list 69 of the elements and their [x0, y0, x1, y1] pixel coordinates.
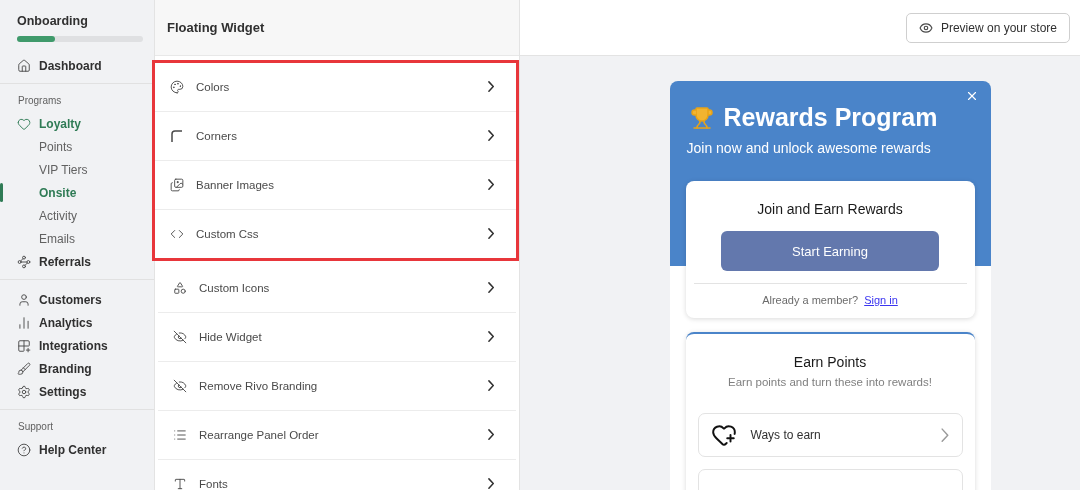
onboarding-title: Onboarding — [16, 14, 89, 28]
settings-row[interactable]: Custom Icons — [158, 264, 516, 313]
letter-icon — [173, 477, 187, 490]
nav-item[interactable]: Analytics — [0, 311, 154, 334]
settings-icon — [17, 384, 31, 399]
nav-item[interactable]: Loyalty — [0, 112, 154, 135]
nav-subitem[interactable]: Onsite — [0, 181, 154, 204]
chevron-icon — [487, 179, 494, 191]
nav-item[interactable]: Referrals — [0, 250, 154, 273]
home-icon — [17, 58, 31, 73]
user-icon — [17, 292, 31, 307]
chevron-icon — [487, 81, 494, 93]
card-subtitle: Earn points and turn these into rewards! — [728, 376, 932, 388]
list-icon — [173, 428, 187, 442]
settings-row[interactable]: Fonts — [158, 460, 516, 490]
corner-icon — [170, 129, 184, 143]
widget-title: Rewards Program — [723, 103, 938, 132]
panel-title: Floating Widget — [167, 20, 265, 35]
bar-chart-icon — [17, 315, 31, 330]
settings-row[interactable]: Rearrange Panel Order — [158, 411, 516, 460]
chevron-icon — [487, 429, 494, 441]
nav-item[interactable]: Customers — [0, 288, 154, 311]
nav-subitem[interactable]: Emails — [0, 227, 154, 250]
settings-row[interactable]: Colors — [155, 63, 516, 112]
palette-icon — [170, 80, 184, 94]
trophy-icon — [689, 105, 714, 130]
brush-icon — [17, 361, 31, 376]
member-text: Already a member? — [762, 294, 859, 306]
chevron-icon — [487, 478, 494, 490]
nodes-icon — [17, 254, 31, 269]
card-title: Earn Points — [793, 354, 867, 370]
nav-item[interactable]: Integrations — [0, 334, 154, 357]
settings-row[interactable]: Banner Images — [155, 161, 516, 210]
code-icon — [170, 227, 184, 241]
chevron-icon — [487, 331, 494, 343]
row-label: Ways to earn — [750, 428, 822, 442]
chevron-icon — [487, 282, 494, 294]
nav-item[interactable]: Settings — [0, 380, 154, 403]
settings-row[interactable]: Hide Widget — [158, 313, 516, 362]
settings-row[interactable]: Remove Rivo Branding — [158, 362, 516, 411]
eye-off-icon — [173, 379, 187, 393]
widget-subtitle: Join now and unlock awesome rewards — [686, 140, 932, 156]
nav-subitem[interactable]: VIP Tiers — [0, 158, 154, 181]
chevron-icon — [487, 130, 494, 142]
nav-item[interactable]: Dashboard — [0, 54, 154, 77]
chevron-icon — [487, 380, 494, 392]
nav-item[interactable]: Branding — [0, 357, 154, 380]
eye-icon — [918, 20, 933, 35]
eye-off-icon — [173, 330, 187, 344]
section-label: Programs — [17, 94, 63, 108]
preview-button[interactable]: Preview on your store — [905, 12, 1070, 43]
chevron-icon — [487, 228, 494, 240]
card-title: Join and Earn Rewards — [757, 201, 903, 217]
nav-item[interactable]: Help Center — [0, 438, 154, 461]
sign-in-link[interactable]: Sign in — [864, 294, 898, 306]
heart-plus-icon — [710, 422, 737, 448]
start-earning-button[interactable]: Start Earning — [721, 231, 939, 271]
shapes-icon — [173, 281, 187, 295]
settings-row[interactable]: Custom Css — [155, 210, 516, 258]
nav-subitem[interactable]: Points — [0, 135, 154, 158]
nav-subitem[interactable]: Activity — [0, 204, 154, 227]
settings-row[interactable]: Corners — [155, 112, 516, 161]
chevron-icon — [941, 427, 950, 443]
grid-icon — [17, 338, 31, 353]
section-label: Support — [17, 420, 55, 434]
list-row[interactable]: Ways to earn — [697, 413, 963, 457]
help-icon — [17, 442, 31, 457]
images-icon — [170, 178, 184, 192]
heart-icon — [17, 116, 31, 131]
